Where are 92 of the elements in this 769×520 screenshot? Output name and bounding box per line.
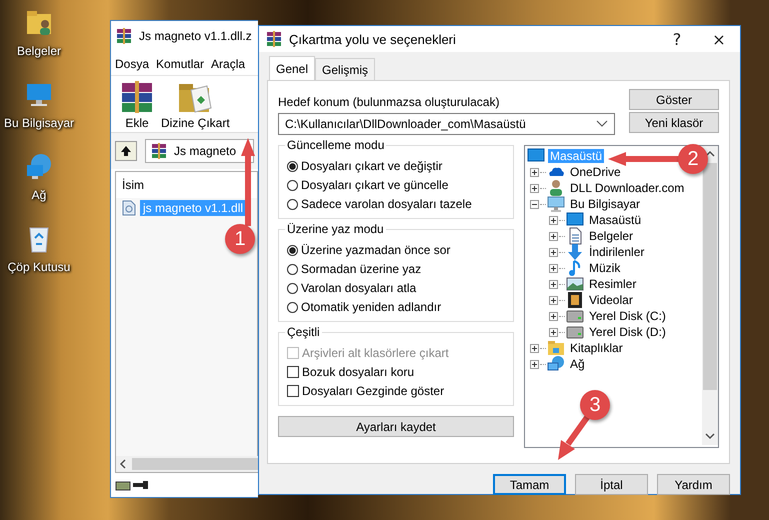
column-header[interactable]: İsim xyxy=(122,178,144,192)
option-label[interactable]: Üzerine yazmadan önce sor xyxy=(301,243,450,257)
dialog-button[interactable]: Tamam xyxy=(493,474,566,495)
radio-button[interactable] xyxy=(287,244,298,256)
globe-monitor-icon xyxy=(547,355,565,373)
up-arrow-icon xyxy=(119,144,133,158)
landscape-picture-icon xyxy=(566,275,584,293)
tree-item[interactable]: İndirilenler xyxy=(587,245,646,259)
tab[interactable]: Gelişmiş xyxy=(315,58,376,80)
close-button[interactable]: × xyxy=(698,26,740,52)
books-stack-icon xyxy=(115,27,133,45)
up-folder-button[interactable] xyxy=(115,141,137,161)
destination-combobox[interactable]: C:\Kullanıcılar\DllDownloader_com\Masaüstü xyxy=(278,113,615,135)
tree-item[interactable]: Bu Bilgisayar xyxy=(568,197,642,211)
tree-item[interactable]: Yerel Disk (C:) xyxy=(587,309,668,323)
tree-item[interactable]: Resimler xyxy=(587,277,638,291)
down-arrow-icon xyxy=(566,243,584,261)
dropdown-chevron-icon xyxy=(596,120,608,128)
globe-monitor-icon[interactable] xyxy=(24,152,54,182)
expand-icon[interactable] xyxy=(530,360,539,368)
option-label[interactable]: Sadece varolan dosyaları tazele xyxy=(301,197,472,211)
film-strip-icon xyxy=(566,291,584,309)
menu-item[interactable]: Araçla xyxy=(211,57,246,71)
option-label[interactable]: Dosyaları çıkart ve güncelle xyxy=(301,178,448,192)
dialog-button[interactable]: İptal xyxy=(575,474,648,495)
window-title: Js magneto v1.1.dll.z xyxy=(139,29,252,43)
toolbar-button[interactable]: Ekle xyxy=(119,80,155,130)
desktop-icon-label[interactable]: Ağ xyxy=(32,188,46,202)
option-label[interactable]: Dosyaları Gezginde göster xyxy=(302,384,444,398)
option-label[interactable]: Bozuk dosyaları koru xyxy=(302,365,414,379)
checkbox[interactable] xyxy=(287,385,299,397)
tree-item[interactable]: Belgeler xyxy=(587,229,636,243)
collapse-icon[interactable] xyxy=(530,200,539,208)
annotation-arrow xyxy=(558,414,590,460)
expand-icon[interactable] xyxy=(549,296,558,304)
radio-button[interactable] xyxy=(287,198,298,210)
menu-item[interactable]: Dosya xyxy=(115,57,150,71)
radio-button[interactable] xyxy=(287,180,298,190)
expand-icon[interactable] xyxy=(530,184,539,192)
vertical-scrollbar[interactable] xyxy=(702,146,718,445)
option-label[interactable]: Otomatik yeniden adlandır xyxy=(301,300,442,314)
toolbar-button[interactable]: Dizine Çıkart xyxy=(161,80,230,130)
radio-button[interactable] xyxy=(287,160,298,172)
dialog-button[interactable]: Yardım xyxy=(657,474,730,495)
books-stack-icon xyxy=(265,30,283,48)
expand-icon[interactable] xyxy=(549,232,558,240)
books-stack-icon xyxy=(150,142,168,160)
expand-icon[interactable] xyxy=(549,264,558,272)
tree-item[interactable]: Yerel Disk (D:) xyxy=(587,325,668,339)
folder-user-icon[interactable] xyxy=(24,8,54,38)
books-stack-icon xyxy=(119,80,155,114)
expand-icon[interactable] xyxy=(549,216,558,224)
expand-icon[interactable] xyxy=(549,280,558,288)
group-title: Güncelleme modu xyxy=(285,138,386,152)
radio-button[interactable] xyxy=(287,302,298,312)
dialog-title: Çıkartma yolu ve seçenekleri xyxy=(289,32,457,46)
group-title: Üzerine yaz modu xyxy=(285,222,386,236)
option-label[interactable]: Dosyaları çıkart ve değiştir xyxy=(301,159,442,173)
desktop-icon-label[interactable]: Çöp Kutusu xyxy=(8,260,70,274)
side-button[interactable]: Göster xyxy=(629,89,719,110)
expand-icon[interactable] xyxy=(549,248,558,256)
horizontal-scrollbar[interactable] xyxy=(116,456,258,472)
menu-item[interactable]: Komutlar xyxy=(156,57,204,71)
tree-item[interactable]: Müzik xyxy=(587,261,622,275)
expand-icon[interactable] xyxy=(549,312,558,320)
tab[interactable]: Genel xyxy=(269,56,316,80)
tree-item[interactable]: Ağ xyxy=(568,357,587,371)
tree-item[interactable]: Kitaplıklar xyxy=(568,341,625,355)
group-title: Çeşitli xyxy=(285,325,322,339)
option-label[interactable]: Varolan dosyaları atla xyxy=(301,281,416,295)
tree-item[interactable]: OneDrive xyxy=(568,165,623,179)
expand-icon[interactable] xyxy=(530,344,539,352)
tree-item[interactable]: DLL Downloader.com xyxy=(568,181,686,195)
expand-icon[interactable] xyxy=(549,328,558,336)
drive-key-icon xyxy=(115,478,149,492)
file-icon xyxy=(122,200,136,216)
checkbox[interactable] xyxy=(287,366,299,378)
expand-icon[interactable] xyxy=(530,168,539,176)
radio-button[interactable] xyxy=(287,282,298,294)
desktop-icon-label[interactable]: Bu Bilgisayar xyxy=(4,116,74,130)
person-icon xyxy=(547,179,565,197)
folder-icon xyxy=(547,339,565,357)
help-button[interactable]: ? xyxy=(656,26,698,52)
field-label: Hedef konum (bulunmazsa oluşturulacak) xyxy=(278,95,500,109)
side-button[interactable]: Yeni klasör xyxy=(629,112,719,133)
radio-button[interactable] xyxy=(287,264,298,274)
option-label[interactable]: Sormadan üzerine yaz xyxy=(301,262,422,276)
tree-item[interactable]: Masaüstü xyxy=(587,213,644,227)
tree-item[interactable]: Videolar xyxy=(587,293,635,307)
desktop-icon-label[interactable]: Belgeler xyxy=(16,44,62,58)
address-field[interactable]: Js magneto xyxy=(145,139,254,163)
save-settings-button[interactable]: Ayarları kaydet xyxy=(278,416,514,437)
